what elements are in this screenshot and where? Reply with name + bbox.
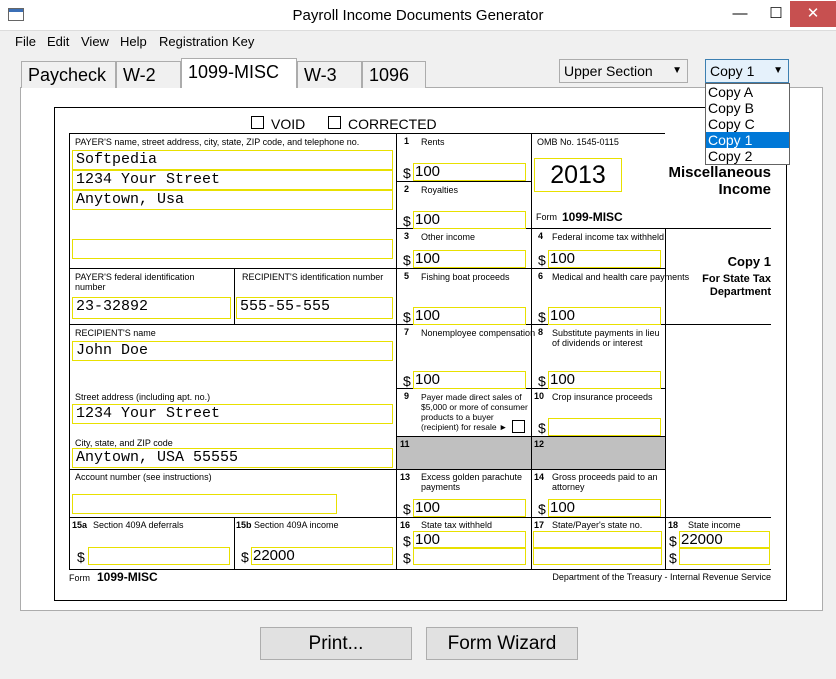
state-payer-no-field[interactable] [533, 531, 662, 548]
form-wizard-button[interactable]: Form Wizard [426, 627, 578, 660]
footer-form-name: 1099-MISC [97, 570, 158, 584]
section-409a-deferrals-field[interactable] [88, 547, 230, 565]
box-11-shaded [397, 437, 531, 470]
payer-city-field[interactable]: Anytown, Usa [72, 190, 393, 210]
form-name-top: 1099-MISC [562, 210, 623, 224]
void-checkbox[interactable] [251, 116, 264, 129]
account-label: Account number (see instructions) [75, 472, 212, 482]
box18-label: State income [688, 520, 741, 530]
recipient-city-field[interactable]: Anytown, USA 55555 [72, 448, 393, 468]
form-heading: Miscellaneous Income [668, 164, 771, 198]
void-label: VOID [271, 116, 306, 132]
state-tax-withheld-field-2[interactable] [413, 548, 526, 565]
chevron-down-icon: ▼ [773, 65, 783, 76]
copy-option-1[interactable]: Copy 1 [706, 132, 789, 148]
state-payer-no-field-2[interactable] [533, 548, 662, 565]
department-text: Department of the Treasury - Internal Re… [552, 572, 771, 582]
form-1099-misc: VOID CORRECTED PAYER'S name, street addr… [54, 107, 787, 601]
account-field[interactable] [72, 494, 337, 514]
box3-label: Other income [421, 232, 476, 242]
menu-edit[interactable]: Edit [47, 34, 69, 49]
box17-label: State/Payer's state no. [552, 520, 643, 530]
corrected-checkbox[interactable] [328, 116, 341, 129]
section-409a-income-field[interactable]: 22000 [251, 547, 393, 565]
box-12-shaded [531, 437, 665, 470]
footer-form-prefix: Form [69, 573, 90, 583]
payer-name-field[interactable]: Softpedia [72, 150, 393, 170]
copy-title: Copy 1 [727, 254, 771, 269]
box5-label: Fishing boat proceeds [421, 272, 510, 282]
section-select[interactable]: Upper Section ▼ [559, 59, 688, 83]
payer-fid-label: PAYER'S federal identification number [75, 272, 195, 292]
copy-select-value: Copy 1 [710, 63, 755, 79]
menu-view[interactable]: View [81, 34, 109, 49]
nonemployee-comp-field[interactable]: 100 [413, 371, 526, 389]
section-select-value: Upper Section [564, 63, 653, 79]
fishing-boat-field[interactable]: 100 [413, 307, 526, 325]
recipient-id-field[interactable]: 555-55-555 [236, 297, 393, 319]
tax-year-field[interactable]: 2013 [534, 158, 622, 192]
recipient-street-field[interactable]: 1234 Your Street [72, 404, 393, 424]
state-income-field-2[interactable] [679, 548, 770, 565]
menu-help[interactable]: Help [120, 34, 147, 49]
print-button[interactable]: Print... [260, 627, 412, 660]
recipient-name-field[interactable]: John Doe [72, 341, 393, 361]
box4-label: Federal income tax withheld [552, 232, 665, 242]
tab-w3[interactable]: W-3 [297, 61, 362, 88]
menu-bar: File Edit View Help Registration Key [0, 31, 836, 53]
rents-field[interactable]: 100 [413, 163, 526, 181]
direct-sales-checkbox[interactable] [512, 420, 525, 433]
omb-number: OMB No. 1545-0115 [537, 137, 619, 147]
box8-label: Substitute payments in lieu of dividends… [552, 328, 660, 348]
box13-label: Excess golden parachute payments [421, 472, 523, 492]
medical-payments-field[interactable]: 100 [548, 307, 661, 325]
box14-label: Gross proceeds paid to an attorney [552, 472, 658, 492]
recipient-name-label: RECIPIENT'S name [75, 328, 156, 338]
chevron-down-icon: ▼ [672, 65, 682, 76]
royalties-field[interactable]: 100 [413, 211, 526, 229]
box15a-label: Section 409A deferrals [93, 520, 184, 530]
federal-tax-withheld-field[interactable]: 100 [548, 250, 661, 268]
copy-select[interactable]: Copy 1 ▼ [705, 59, 789, 83]
corrected-label: CORRECTED [348, 116, 437, 132]
form-prefix: Form [536, 212, 557, 222]
close-button[interactable]: ✕ [790, 1, 836, 27]
minimize-button[interactable]: — [721, 1, 759, 27]
box1-label: Rents [421, 137, 445, 147]
box10-label: Crop insurance proceeds [552, 392, 653, 402]
street-label: Street address (including apt. no.) [75, 392, 211, 402]
copy-subtitle: For State Tax Department [702, 273, 771, 298]
tab-1099-misc[interactable]: 1099-MISC [181, 58, 297, 88]
payer-fid-field[interactable]: 23-32892 [72, 297, 231, 319]
copy-option-c[interactable]: Copy C [706, 116, 789, 132]
recipient-id-label: RECIPIENT'S identification number [242, 272, 384, 282]
payer-phone-field[interactable] [72, 239, 393, 259]
box2-label: Royalties [421, 185, 459, 195]
other-income-field[interactable]: 100 [413, 250, 526, 268]
tab-w2[interactable]: W-2 [116, 61, 181, 88]
substitute-payments-field[interactable]: 100 [548, 371, 661, 389]
tab-paycheck[interactable]: Paycheck [21, 61, 116, 88]
state-tax-withheld-field[interactable]: 100 [413, 531, 526, 548]
attorney-proceeds-field[interactable]: 100 [548, 499, 661, 517]
box16-label: State tax withheld [421, 520, 493, 530]
payer-street-field[interactable]: 1234 Your Street [72, 170, 393, 190]
window-title: Payroll Income Documents Generator [292, 7, 544, 24]
box15b-label: Section 409A income [254, 520, 339, 530]
copy-option-a[interactable]: Copy A [706, 84, 789, 100]
crop-insurance-field[interactable] [548, 418, 661, 436]
tab-1096[interactable]: 1096 [362, 61, 426, 88]
menu-registration-key[interactable]: Registration Key [159, 34, 254, 49]
payer-label: PAYER'S name, street address, city, stat… [75, 137, 360, 147]
menu-file[interactable]: File [15, 34, 36, 49]
golden-parachute-field[interactable]: 100 [413, 499, 526, 517]
state-income-field[interactable]: 22000 [679, 531, 770, 548]
copy-option-2[interactable]: Copy 2 [706, 148, 789, 164]
box7-label: Nonemployee compensation [421, 328, 536, 338]
city-label: City, state, and ZIP code [75, 438, 173, 448]
copy-option-b[interactable]: Copy B [706, 100, 789, 116]
copy-dropdown-list: Copy A Copy B Copy C Copy 1 Copy 2 [705, 83, 790, 165]
box6-label: Medical and health care payments [552, 272, 690, 282]
